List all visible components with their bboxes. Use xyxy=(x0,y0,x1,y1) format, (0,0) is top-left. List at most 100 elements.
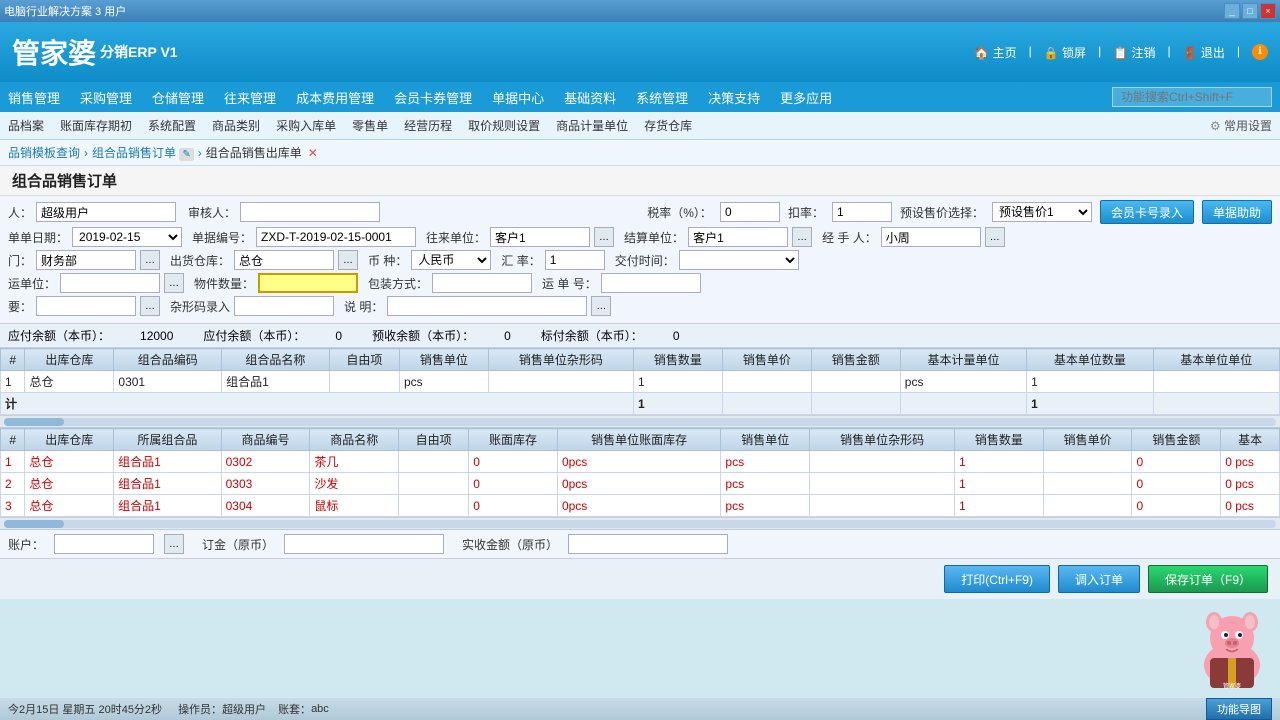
status-operator-label: 操作员： xyxy=(178,701,222,717)
nav-basic[interactable]: 基础资料 xyxy=(564,88,616,107)
packaging-input[interactable] xyxy=(432,273,532,293)
total-sale-qty: 1 xyxy=(633,393,722,415)
subnav-price[interactable]: 取价规则设置 xyxy=(468,117,540,134)
date-select[interactable]: 2019-02-15 xyxy=(72,227,182,247)
scrollbar1[interactable] xyxy=(0,416,1280,428)
logo-sub: 分销ERP V1 xyxy=(100,42,178,62)
table-total-row: 计 1 1 xyxy=(1,393,1280,415)
order-input[interactable] xyxy=(284,534,444,554)
maximize-btn[interactable]: □ xyxy=(1242,3,1258,19)
subnav-unit[interactable]: 商品计量单位 xyxy=(556,117,628,134)
user-input[interactable] xyxy=(36,202,176,222)
table-row[interactable]: 2 总仓 组合品1 0303 沙发 0 0pcs pcs 1 0 0 pcs xyxy=(1,473,1280,495)
scroll-thumb1[interactable] xyxy=(4,418,64,426)
bc-item1[interactable]: 品销模板查询 xyxy=(8,144,80,161)
handler-dots[interactable]: … xyxy=(985,227,1005,247)
print-btn[interactable]: 打印(Ctrl+F9) xyxy=(944,565,1050,593)
shipping-input[interactable] xyxy=(60,273,160,293)
subnav-stock-init[interactable]: 账面库存期初 xyxy=(60,117,132,134)
exit-link[interactable]: 🚪 退出 xyxy=(1183,44,1225,61)
nav-transactions[interactable]: 往来管理 xyxy=(224,88,276,107)
nav-more[interactable]: 更多应用 xyxy=(780,88,832,107)
table-row[interactable]: 3 总仓 组合品1 0304 鼠标 0 0pcs pcs 1 0 0 pcs xyxy=(1,495,1280,517)
subnav-category[interactable]: 商品类别 xyxy=(212,117,260,134)
remark-dots[interactable]: … xyxy=(140,296,160,316)
sep4: | xyxy=(1237,44,1240,61)
settlement-input[interactable] xyxy=(688,227,788,247)
settings-label[interactable]: 常用设置 xyxy=(1224,119,1272,133)
table-row[interactable]: 1 总仓 0301 组合品1 pcs 1 pcs 1 xyxy=(1,371,1280,393)
td2-warehouse: 总仓 xyxy=(25,495,114,517)
nav-warehouse[interactable]: 仓储管理 xyxy=(152,88,204,107)
bc-item2[interactable]: 组合品销售订单 ✎ xyxy=(92,144,194,161)
warehouse-dots[interactable]: … xyxy=(338,250,358,270)
to-unit-input[interactable] xyxy=(490,227,590,247)
review-input[interactable] xyxy=(240,202,380,222)
account-input[interactable] xyxy=(54,534,154,554)
help-btn[interactable]: 单据助助 xyxy=(1202,200,1272,224)
nav-sales[interactable]: 销售管理 xyxy=(8,88,60,107)
td2-unit-stock: 0pcs xyxy=(557,495,720,517)
th2-unit-stock: 销售单位账面库存 xyxy=(557,429,720,451)
nav-decision[interactable]: 决策支持 xyxy=(708,88,760,107)
settlement-dots[interactable]: … xyxy=(792,227,812,247)
import-btn[interactable]: 调入订单 xyxy=(1058,565,1140,593)
currency-select[interactable]: 人民币 xyxy=(411,250,491,270)
barcode-input[interactable] xyxy=(234,296,334,316)
bc-item3[interactable]: 组合品销售出库单 xyxy=(206,144,302,161)
lock-link[interactable]: 🔒 锁屏 xyxy=(1044,44,1086,61)
order-num-input[interactable] xyxy=(256,227,416,247)
discount-input[interactable] xyxy=(832,202,892,222)
subnav-history[interactable]: 经营历程 xyxy=(404,117,452,134)
subnav-warehouse[interactable]: 存货仓库 xyxy=(644,117,692,134)
form-section-top: 人： 审核人： 税率（%）： 扣率： 预设售价选择： 预设售价1 会员卡号录入 … xyxy=(0,196,1280,324)
subnav-config[interactable]: 系统配置 xyxy=(148,117,196,134)
td2-sale-qty: 1 xyxy=(954,473,1043,495)
td2-base: 0 pcs xyxy=(1221,495,1280,517)
subnav-retail[interactable]: 零售单 xyxy=(352,117,388,134)
dept-input[interactable] xyxy=(36,250,136,270)
waybill-input[interactable] xyxy=(601,273,701,293)
th1-sale-amount: 销售金额 xyxy=(811,349,900,371)
save-btn[interactable]: 保存订单（F9） xyxy=(1148,565,1268,593)
tax-input[interactable] xyxy=(720,202,780,222)
home-link[interactable]: 🏠 主页 xyxy=(974,44,1016,61)
nav-cost[interactable]: 成本费用管理 xyxy=(296,88,374,107)
td2-stock: 0 xyxy=(469,451,558,473)
td2-code: 0302 xyxy=(221,451,310,473)
nav-member[interactable]: 会员卡券管理 xyxy=(394,88,472,107)
close-btn[interactable]: × xyxy=(1260,3,1276,19)
member-card-btn[interactable]: 会员卡号录入 xyxy=(1100,200,1194,224)
account-dots[interactable]: … xyxy=(164,534,184,554)
table-row[interactable]: 1 总仓 组合品1 0302 茶几 0 0pcs pcs 1 0 0 pcs xyxy=(1,451,1280,473)
delivery-time-select[interactable] xyxy=(679,250,799,270)
warehouse-input[interactable] xyxy=(234,250,334,270)
function-search[interactable] xyxy=(1112,87,1272,107)
info-link[interactable]: ℹ xyxy=(1252,44,1268,60)
nav-purchase[interactable]: 采购管理 xyxy=(80,88,132,107)
page-title-bar: 组合品销售订单 xyxy=(0,166,1280,196)
actual-input[interactable] xyxy=(568,534,728,554)
remark-input[interactable] xyxy=(36,296,136,316)
exchange-input[interactable] xyxy=(545,250,605,270)
bc-close[interactable]: ✕ xyxy=(308,146,318,160)
handler-input[interactable] xyxy=(881,227,981,247)
price-select[interactable]: 预设售价1 xyxy=(992,202,1092,222)
remarks-dots[interactable]: … xyxy=(591,296,611,316)
remarks-input[interactable] xyxy=(387,296,587,316)
to-unit-dots[interactable]: … xyxy=(594,227,614,247)
shipping-dots[interactable]: … xyxy=(164,273,184,293)
subnav-purchase-in[interactable]: 采购入库单 xyxy=(276,117,336,134)
minimize-btn[interactable]: _ xyxy=(1224,3,1240,19)
nav-system[interactable]: 系统管理 xyxy=(636,88,688,107)
subnav-product[interactable]: 品档案 xyxy=(8,117,44,134)
logout-link[interactable]: 📋 注销 xyxy=(1113,44,1155,61)
dept-dots[interactable]: … xyxy=(140,250,160,270)
function-map-btn[interactable]: 功能导图 xyxy=(1206,698,1272,720)
nav-voucher[interactable]: 单据中心 xyxy=(492,88,544,107)
td2-group: 组合品1 xyxy=(114,451,221,473)
item-count-input[interactable] xyxy=(258,273,358,293)
scrollbar2[interactable] xyxy=(0,518,1280,530)
td1-sale-unit: pcs xyxy=(399,371,488,393)
scroll-thumb2[interactable] xyxy=(4,520,64,528)
